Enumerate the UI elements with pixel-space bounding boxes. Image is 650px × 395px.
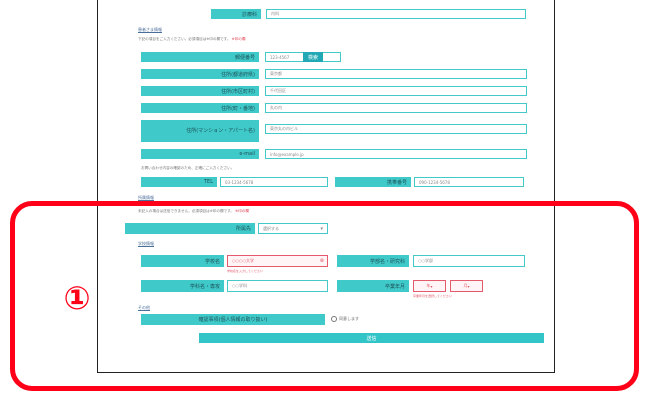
pref-field[interactable]: 東京都 <box>265 69 527 79</box>
mobile-field[interactable]: 090-1234-5678 <box>414 177 524 187</box>
building-field[interactable]: 東京丸の内ビル <box>265 124 527 134</box>
address-search-button[interactable]: 検索 <box>303 52 323 62</box>
city-field[interactable]: 千代田区 <box>265 86 527 96</box>
email-field[interactable]: info@example.jp <box>265 149 527 159</box>
required-marker-text: ※印の欄 <box>231 37 246 41</box>
building-label: 住所(マンション・アパート名) <box>141 120 259 142</box>
mobile-label: 携帯番号 <box>335 177 411 187</box>
city-label: 住所(市区町村) <box>141 86 259 96</box>
email-note: お問い合わせ内容の確認のため、正確にご入力ください。 <box>141 166 235 170</box>
department-label: 診療科 <box>211 9 261 19</box>
tel-label: TEL <box>141 177 217 187</box>
town-label: 住所(町・番地) <box>141 103 259 113</box>
town-field[interactable]: 丸の内 <box>265 103 527 113</box>
highlight-frame <box>10 201 639 391</box>
step-marker: ① <box>52 273 102 323</box>
department-field[interactable]: 内科 <box>266 9 526 19</box>
step-marker-text: ① <box>63 279 91 317</box>
contact-note: 下記の項目をご入力ください。必須項目は※印の欄です。 ※印の欄 <box>138 37 246 41</box>
contact-section-title: 患者さま情報 <box>138 27 162 32</box>
postal-label: 郵便番号 <box>141 52 259 62</box>
email-label: e-mail <box>141 149 259 159</box>
tel-field[interactable]: 03-1234-5678 <box>220 177 328 187</box>
pref-label: 住所(都道府県) <box>141 69 259 79</box>
